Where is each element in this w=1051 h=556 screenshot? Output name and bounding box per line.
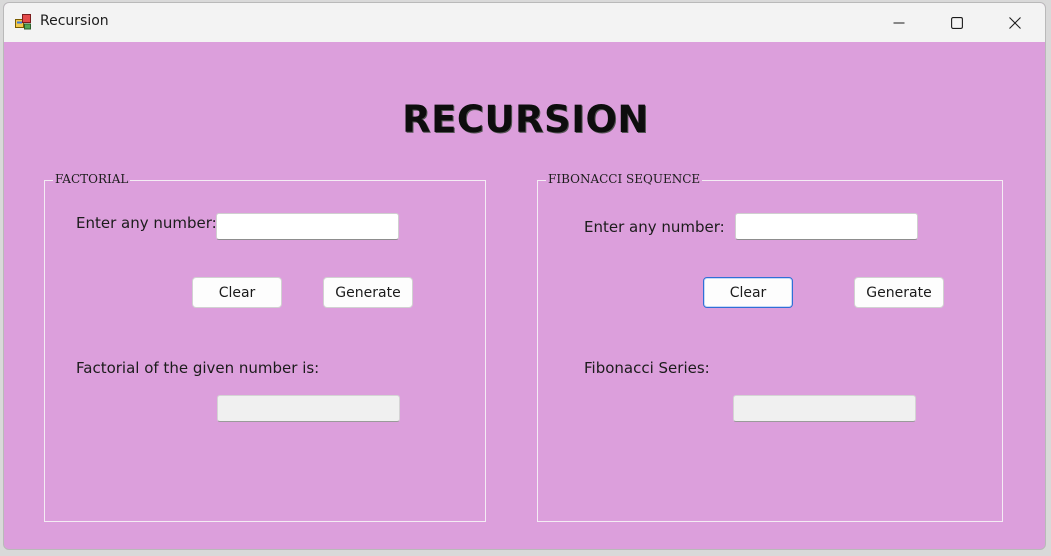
factorial-result-field <box>217 395 400 422</box>
factorial-legend: FACTORIAL <box>53 172 131 186</box>
factorial-clear-button[interactable]: Clear <box>192 277 282 308</box>
maximize-button[interactable] <box>928 3 986 42</box>
close-icon <box>1009 16 1021 29</box>
window-title: Recursion <box>40 13 109 29</box>
factorial-input-label: Enter any number: <box>76 214 217 232</box>
minimize-icon <box>893 21 905 24</box>
factorial-number-input[interactable] <box>216 213 399 240</box>
minimize-button[interactable] <box>870 3 928 42</box>
factorial-result-label: Factorial of the given number is: <box>76 359 320 377</box>
fibonacci-clear-button[interactable]: Clear <box>703 277 793 308</box>
app-icon[interactable] <box>15 13 32 30</box>
factorial-generate-button[interactable]: Generate <box>323 277 413 308</box>
fibonacci-generate-button[interactable]: Generate <box>854 277 944 308</box>
fibonacci-result-label: Fibonacci Series: <box>584 359 710 377</box>
fibonacci-result-field <box>733 395 916 422</box>
maximize-icon <box>951 16 963 29</box>
title-bar[interactable]: Recursion <box>4 3 1045 42</box>
close-button[interactable] <box>986 3 1044 42</box>
page-title: RECURSION <box>402 98 649 141</box>
fibonacci-input-label: Enter any number: <box>584 218 725 236</box>
fibonacci-legend: FIBONACCI SEQUENCE <box>546 172 703 186</box>
recursion-window: Recursion RECURSION FACTORIAL Enter any … <box>3 2 1046 550</box>
fibonacci-number-input[interactable] <box>735 213 918 240</box>
